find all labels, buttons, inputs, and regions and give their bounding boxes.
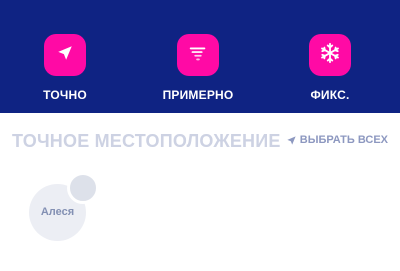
select-all-label: ВЫБРАТЬ ВСЕХ <box>299 134 388 146</box>
mode-approximate-button[interactable]: ПРИМЕРНО <box>148 34 248 102</box>
contact-item[interactable]: Алеся <box>29 172 99 241</box>
snowflake-icon <box>319 42 341 69</box>
section-title: ТОЧНОЕ МЕСТОПОЛОЖЕНИЕ <box>12 131 281 151</box>
section-header: ТОЧНОЕ МЕСТОПОЛОЖЕНИЕ ВЫБРАТЬ ВСЕХ <box>0 131 400 153</box>
mode-fixed-label: ФИКС. <box>310 88 350 102</box>
mode-fixed-button[interactable]: ФИКС. <box>280 34 380 102</box>
navigation-arrow-icon <box>56 44 74 67</box>
mode-approximate-label: ПРИМЕРНО <box>162 88 234 102</box>
location-mode-bar: ТОЧНО ПРИМЕРНО ФИКС. <box>0 0 400 113</box>
blurred-arrow-icon <box>187 42 209 69</box>
mode-exact-tile[interactable] <box>44 34 86 76</box>
mode-approximate-tile[interactable] <box>177 34 219 76</box>
mode-exact-label: ТОЧНО <box>43 88 87 102</box>
navigation-arrow-icon <box>286 135 297 146</box>
contact-name: Алеся <box>40 206 75 218</box>
mode-exact-button[interactable]: ТОЧНО <box>15 34 115 102</box>
avatar-badge <box>67 172 99 204</box>
select-all-button[interactable]: ВЫБРАТЬ ВСЕХ <box>286 134 388 146</box>
mode-fixed-tile[interactable] <box>309 34 351 76</box>
